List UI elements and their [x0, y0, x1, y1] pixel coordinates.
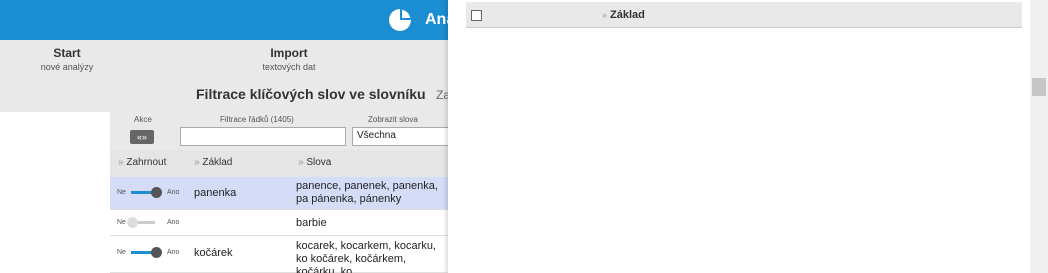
th-slova-label: Slova	[306, 157, 332, 168]
detail-modal: » Základ	[448, 0, 1048, 273]
row-slova: panence, panenek, panenka, pa pánenka, p…	[296, 180, 438, 205]
th-zaklad-label: Základ	[610, 9, 645, 21]
toggle-no-label: Ne	[117, 249, 126, 256]
scrollbar-thumb[interactable]	[1032, 78, 1046, 96]
th-zaklad-label: Základ	[202, 157, 233, 168]
words-summary-header: » Základ	[466, 2, 1022, 28]
toggle-yes-label: Ano	[167, 219, 180, 226]
row-slova: barbie	[296, 217, 327, 229]
row-zaklad: kočárek	[194, 247, 233, 259]
toggle-yes-label: Ano	[167, 189, 180, 196]
filter-bar: Akce «» Filtrace řádků (1405) Zobrazit s…	[110, 112, 452, 150]
row-zaklad: panenka	[194, 187, 237, 199]
background-table-header: » Zahrnout » Základ » Slova	[110, 150, 450, 177]
include-toggle[interactable]: Ne Ano	[117, 217, 180, 229]
th-zaklad[interactable]: » Základ	[602, 9, 645, 21]
nav-import-subtitle: textových dat	[262, 62, 316, 72]
nav-import[interactable]: Import textových dat	[209, 46, 369, 72]
nav-start-subtitle: nové analýzy	[40, 62, 94, 72]
select-all-checkbox[interactable]	[471, 10, 482, 21]
th-zaklad[interactable]: » Základ	[194, 157, 232, 168]
th-zahrnout[interactable]: » Zahrnout	[118, 157, 166, 168]
row-filter-label: Filtrace řádků (1405)	[220, 115, 294, 124]
include-toggle[interactable]: Ne Ano	[117, 247, 180, 259]
include-toggle[interactable]: Ne Ano	[117, 187, 180, 199]
page-title: Filtrace klíčových slov ve slovníku	[196, 86, 426, 102]
nav-start[interactable]: Start nové analýzy	[0, 46, 147, 72]
nav-import-title: Import	[270, 46, 308, 60]
show-words-select[interactable]: Všechna	[352, 127, 452, 146]
th-zahrnout-label: Zahrnout	[126, 157, 167, 168]
nav-start-title: Start	[53, 46, 81, 60]
table-row: Ne Ano barbie	[110, 211, 450, 236]
table-row: Ne Ano kočárek kocarek, kocarkem, kocark…	[110, 237, 450, 273]
akce-label: Akce	[134, 115, 152, 124]
toggle-no-label: Ne	[117, 189, 126, 196]
table-row: Ne Ano panenka panence, panenek, panenka…	[110, 177, 450, 210]
akce-button[interactable]: «»	[130, 130, 154, 144]
toggle-yes-label: Ano	[167, 249, 180, 256]
show-words-label: Zobrazit slova	[368, 115, 418, 124]
scrollbar[interactable]	[1030, 0, 1048, 273]
toggle-no-label: Ne	[117, 219, 126, 226]
row-filter-input[interactable]	[180, 127, 346, 146]
row-slova: kocarek, kocarkem, kocarku, ko kočárek, …	[296, 240, 436, 273]
th-slova[interactable]: » Slova	[298, 157, 331, 168]
pie-chart-logo-icon	[389, 9, 411, 31]
